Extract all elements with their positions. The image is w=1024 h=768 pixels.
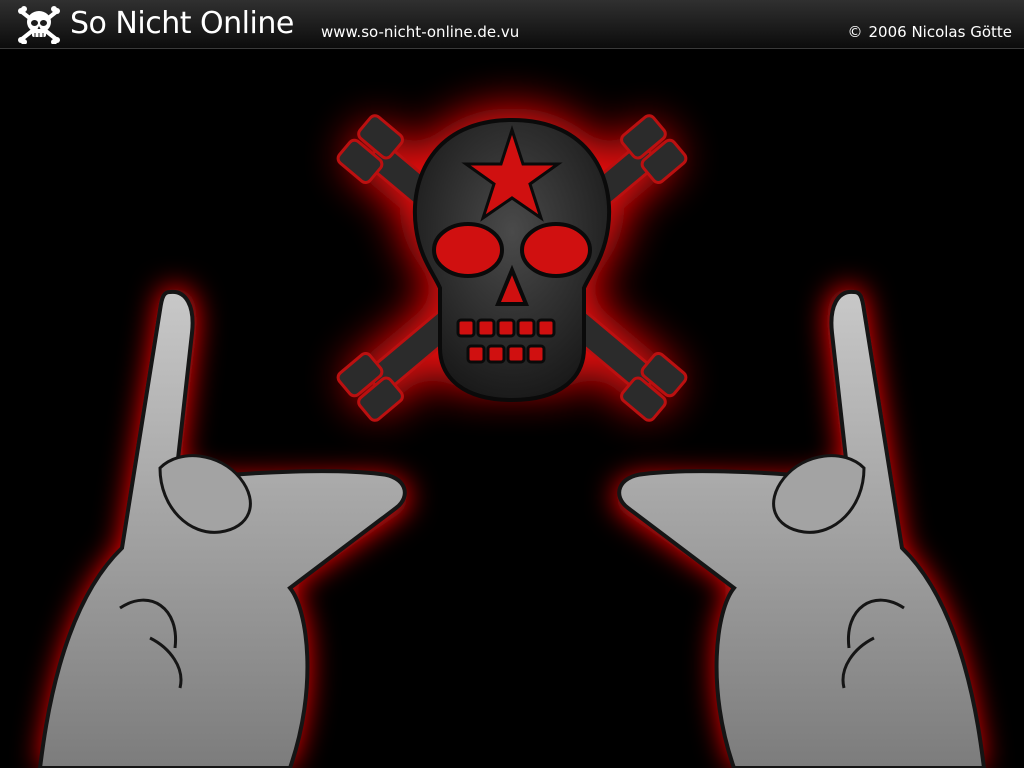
copyright-text: 2006 Nicolas Götte xyxy=(868,23,1013,41)
site-title: So Nicht Online xyxy=(70,6,294,41)
skull-crossbones-icon xyxy=(336,108,688,422)
header-bar: So Nicht Online www.so-nicht-online.de.v… xyxy=(0,0,1024,49)
copyright-notice: © 2006 Nicolas Götte xyxy=(848,23,1013,41)
copyright-symbol: © xyxy=(847,23,863,41)
site-url: www.so-nicht-online.de.vu xyxy=(321,23,520,41)
wallpaper-artwork xyxy=(37,108,987,768)
skull-crossbones-icon xyxy=(18,6,60,44)
